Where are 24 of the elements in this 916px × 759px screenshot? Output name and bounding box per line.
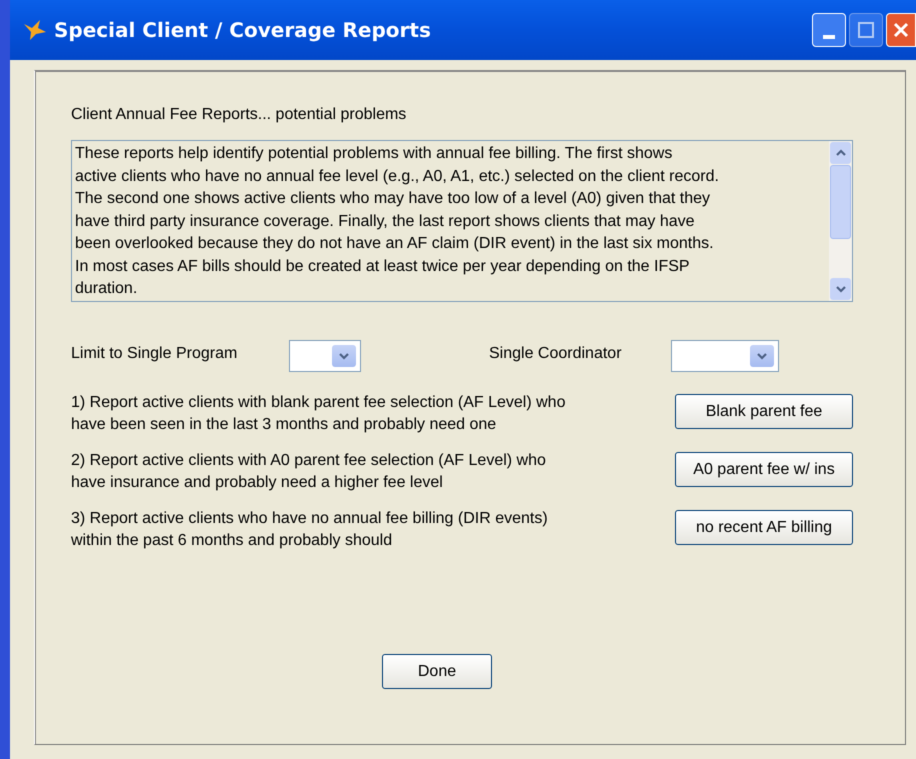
minimize-icon bbox=[823, 35, 835, 39]
report-description: 2) Report active clients with A0 parent fee selection (AF Level) who have insurance and probably need a higher fee level bbox=[71, 451, 547, 493]
dropdown-field[interactable] bbox=[289, 340, 361, 372]
scroll-down-icon[interactable] bbox=[830, 278, 851, 300]
maximize-button[interactable] bbox=[849, 13, 883, 47]
done-button[interactable]: Done bbox=[382, 654, 492, 689]
dropdown-field[interactable] bbox=[671, 340, 779, 372]
report-description: 1) Report active clients with blank parent fee selection (AF Level) who have been seen in the last 3 months and probably need one bbox=[71, 393, 566, 435]
minimize-button[interactable] bbox=[812, 13, 846, 47]
report-button[interactable]: no recent AF billing bbox=[675, 510, 853, 545]
maximize-icon bbox=[858, 22, 874, 38]
scrollbar[interactable] bbox=[829, 141, 852, 301]
report-button[interactable]: Blank parent fee bbox=[675, 394, 853, 429]
scroll-up-icon[interactable] bbox=[830, 142, 851, 164]
report-description: 3) Report active clients who have no annual fee billing (DIR events) within the past 6 months and probably should bbox=[71, 509, 549, 551]
close-button[interactable] bbox=[886, 13, 916, 47]
description-text: These reports help identify potential problems with annual fee billing. The first shows active clients who have no annual fee level (e.g., A0, A1, etc.) selected on the client record. The second one shows active clients who may have too low of a level (A0) given that they have third party insurance coverage. Finally, the last report shows clients that may have been overlooked because they do not have an AF claim (DIR event) in the last six months. In most cases AF bills should be created at least twice per year depending on the IFSP duration. bbox=[74, 144, 720, 299]
filter-label: Limit to Single Program bbox=[71, 344, 238, 364]
report-button[interactable]: A0 parent fee w/ ins bbox=[675, 452, 853, 487]
scroll-thumb[interactable] bbox=[830, 165, 851, 239]
section-title: Client Annual Fee Reports... potential problems bbox=[71, 105, 408, 125]
window-title: Special Client / Coverage Reports bbox=[54, 17, 431, 44]
close-icon bbox=[893, 22, 909, 38]
filter-label: Single Coordinator bbox=[489, 344, 623, 364]
